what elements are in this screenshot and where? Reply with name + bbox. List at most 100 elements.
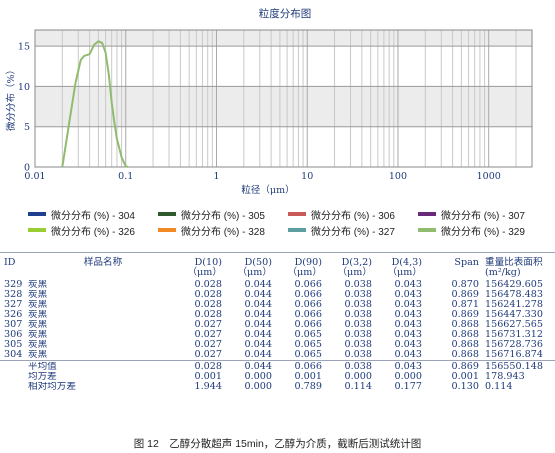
col-header-ssa: 重量比表面积 (m²/kg) <box>485 257 543 278</box>
cell-value: 0.868 <box>451 330 479 340</box>
col-header-d32: D(3,2) （μm） <box>337 257 372 278</box>
cell-value: 178.943 <box>485 372 525 382</box>
cell-value: 0.000 <box>244 382 272 392</box>
cell-value: 0.044 <box>244 320 272 330</box>
cell-value: 156728.736 <box>485 340 543 350</box>
cell-value: 0.869 <box>451 362 479 372</box>
cell-name: 炭黑 <box>28 320 48 330</box>
cell-name: 平均值 <box>28 362 57 372</box>
cell-value: 0.001 <box>194 372 222 382</box>
legend-swatch <box>28 212 46 216</box>
cell-value: 0.043 <box>394 280 422 290</box>
cell-value: 156429.605 <box>485 280 543 290</box>
x-tick-label: 10 <box>301 171 313 182</box>
legend-item: 微分分布 (%) - 304 <box>28 207 158 222</box>
cell-value: 0.028 <box>194 300 222 310</box>
cell-value: 0.000 <box>344 372 372 382</box>
cell-value: 0.043 <box>394 310 422 320</box>
x-axis-label: 粒径（μm） <box>241 184 294 196</box>
x-tick-label: 0.01 <box>24 171 45 182</box>
cell-value: 0.028 <box>194 362 222 372</box>
table-row: 328 炭黑 0.028 0.044 0.066 0.038 0.043 0.869 15647… <box>0 290 555 300</box>
cell-name: 炭黑 <box>28 330 48 340</box>
legend-swatch <box>158 228 176 232</box>
cell-value: 0.038 <box>344 340 372 350</box>
plot-band <box>35 86 532 127</box>
cell-value: 0.043 <box>394 362 422 372</box>
cell-value: 0.065 <box>294 340 322 350</box>
cell-value: 0.044 <box>244 300 272 310</box>
cell-value: 0.868 <box>451 350 479 360</box>
cell-id <box>0 372 28 382</box>
cell-value: 1.944 <box>194 382 222 392</box>
legend-item: 微分分布 (%) - 327 <box>288 223 418 238</box>
cell-value: 0.038 <box>344 300 372 310</box>
statistics-table: ID 样品名称 D(10) （μm） D(50) （μm） D(90) （μm） D(… <box>0 252 555 392</box>
chart-legend: 微分分布 (%) - 304 微分分布 (%) - 305 微分分布 (%) -… <box>28 207 548 239</box>
chart-title: 粒度分布图 <box>259 7 312 20</box>
cell-value: 156550.148 <box>485 362 543 372</box>
cell-id <box>0 362 28 372</box>
table-row: 327 炭黑 0.028 0.044 0.066 0.038 0.043 0.871 15624… <box>0 300 555 310</box>
cell-value: 0.027 <box>194 330 222 340</box>
cell-value: 0.027 <box>194 340 222 350</box>
cell-value: 0.789 <box>294 382 322 392</box>
cell-name: 均方差 <box>28 372 57 382</box>
cell-value: 0.027 <box>194 320 222 330</box>
y-tick-label: 5 <box>24 122 30 133</box>
legend-label: 微分分布 (%) - 329 <box>441 226 525 238</box>
cell-value: 0.001 <box>294 372 322 382</box>
cell-name: 炭黑 <box>28 310 48 320</box>
x-tick-label: 1000 <box>477 171 501 182</box>
table-row: 304 炭黑 0.027 0.044 0.065 0.038 0.043 0.868 15671… <box>0 350 555 361</box>
cell-name: 炭黑 <box>28 280 48 290</box>
cell-id: 327 <box>4 300 23 310</box>
cell-value: 0.066 <box>294 320 322 330</box>
x-tick-label: 0.1 <box>118 171 133 182</box>
cell-value: 0.038 <box>344 290 372 300</box>
col-header-d43: D(4,3) （μm） <box>387 257 422 278</box>
cell-value: 0.066 <box>294 300 322 310</box>
cell-value: 0.027 <box>194 350 222 360</box>
cell-id <box>0 382 28 392</box>
cell-value: 0.038 <box>344 280 372 290</box>
cell-value: 0.000 <box>394 372 422 382</box>
cell-value: 0.044 <box>244 330 272 340</box>
cell-id: 328 <box>4 290 23 300</box>
cell-value: 0.869 <box>451 290 479 300</box>
cell-value: 0.028 <box>194 290 222 300</box>
cell-value: 156716.874 <box>485 350 543 360</box>
legend-row-2: 微分分布 (%) - 326 微分分布 (%) - 328 微分分布 (%) -… <box>28 223 548 238</box>
legend-item: 微分分布 (%) - 307 <box>418 207 548 222</box>
cell-value: 0.066 <box>294 290 322 300</box>
table-header-row: ID 样品名称 D(10) （μm） D(50) （μm） D(90) （μm） D(… <box>0 252 555 280</box>
legend-item: 微分分布 (%) - 328 <box>158 223 288 238</box>
cell-value: 0.066 <box>294 362 322 372</box>
cell-value: 0.044 <box>244 362 272 372</box>
legend-item: 微分分布 (%) - 329 <box>418 223 548 238</box>
table-row: 326 炭黑 0.028 0.044 0.066 0.038 0.043 0.869 15644… <box>0 310 555 320</box>
cell-name: 炭黑 <box>28 350 48 360</box>
y-tick-label: 15 <box>18 42 30 53</box>
cell-value: 0.043 <box>394 350 422 360</box>
legend-label: 微分分布 (%) - 304 <box>51 210 135 222</box>
legend-item: 微分分布 (%) - 306 <box>288 207 418 222</box>
cell-value: 156627.565 <box>485 320 543 330</box>
x-tick-labels: 0.01 0.1 1 10 100 1000 <box>24 171 500 182</box>
cell-value: 0.038 <box>344 320 372 330</box>
legend-label: 微分分布 (%) - 306 <box>311 210 395 222</box>
col-header-name: 样品名称 <box>83 257 123 268</box>
cell-name: 炭黑 <box>28 340 48 350</box>
legend-swatch <box>288 212 306 216</box>
cell-value: 156731.312 <box>485 330 543 340</box>
cell-value: 0.000 <box>244 372 272 382</box>
cell-value: 0.038 <box>344 350 372 360</box>
table-row: 305 炭黑 0.027 0.044 0.065 0.038 0.043 0.868 15672… <box>0 340 555 350</box>
cell-value: 0.044 <box>244 280 272 290</box>
legend-label: 微分分布 (%) - 305 <box>181 210 265 222</box>
y-tick-label: 10 <box>18 82 30 93</box>
cell-name: 相对均方差 <box>28 382 76 392</box>
cell-value: 0.044 <box>244 310 272 320</box>
particle-size-chart: 粒度分布图 051015 0.01 0.1 1 10 100 1000 微分分布（%） 粒… <box>5 7 533 196</box>
col-header-d50: D(50) （μm） <box>237 257 272 278</box>
